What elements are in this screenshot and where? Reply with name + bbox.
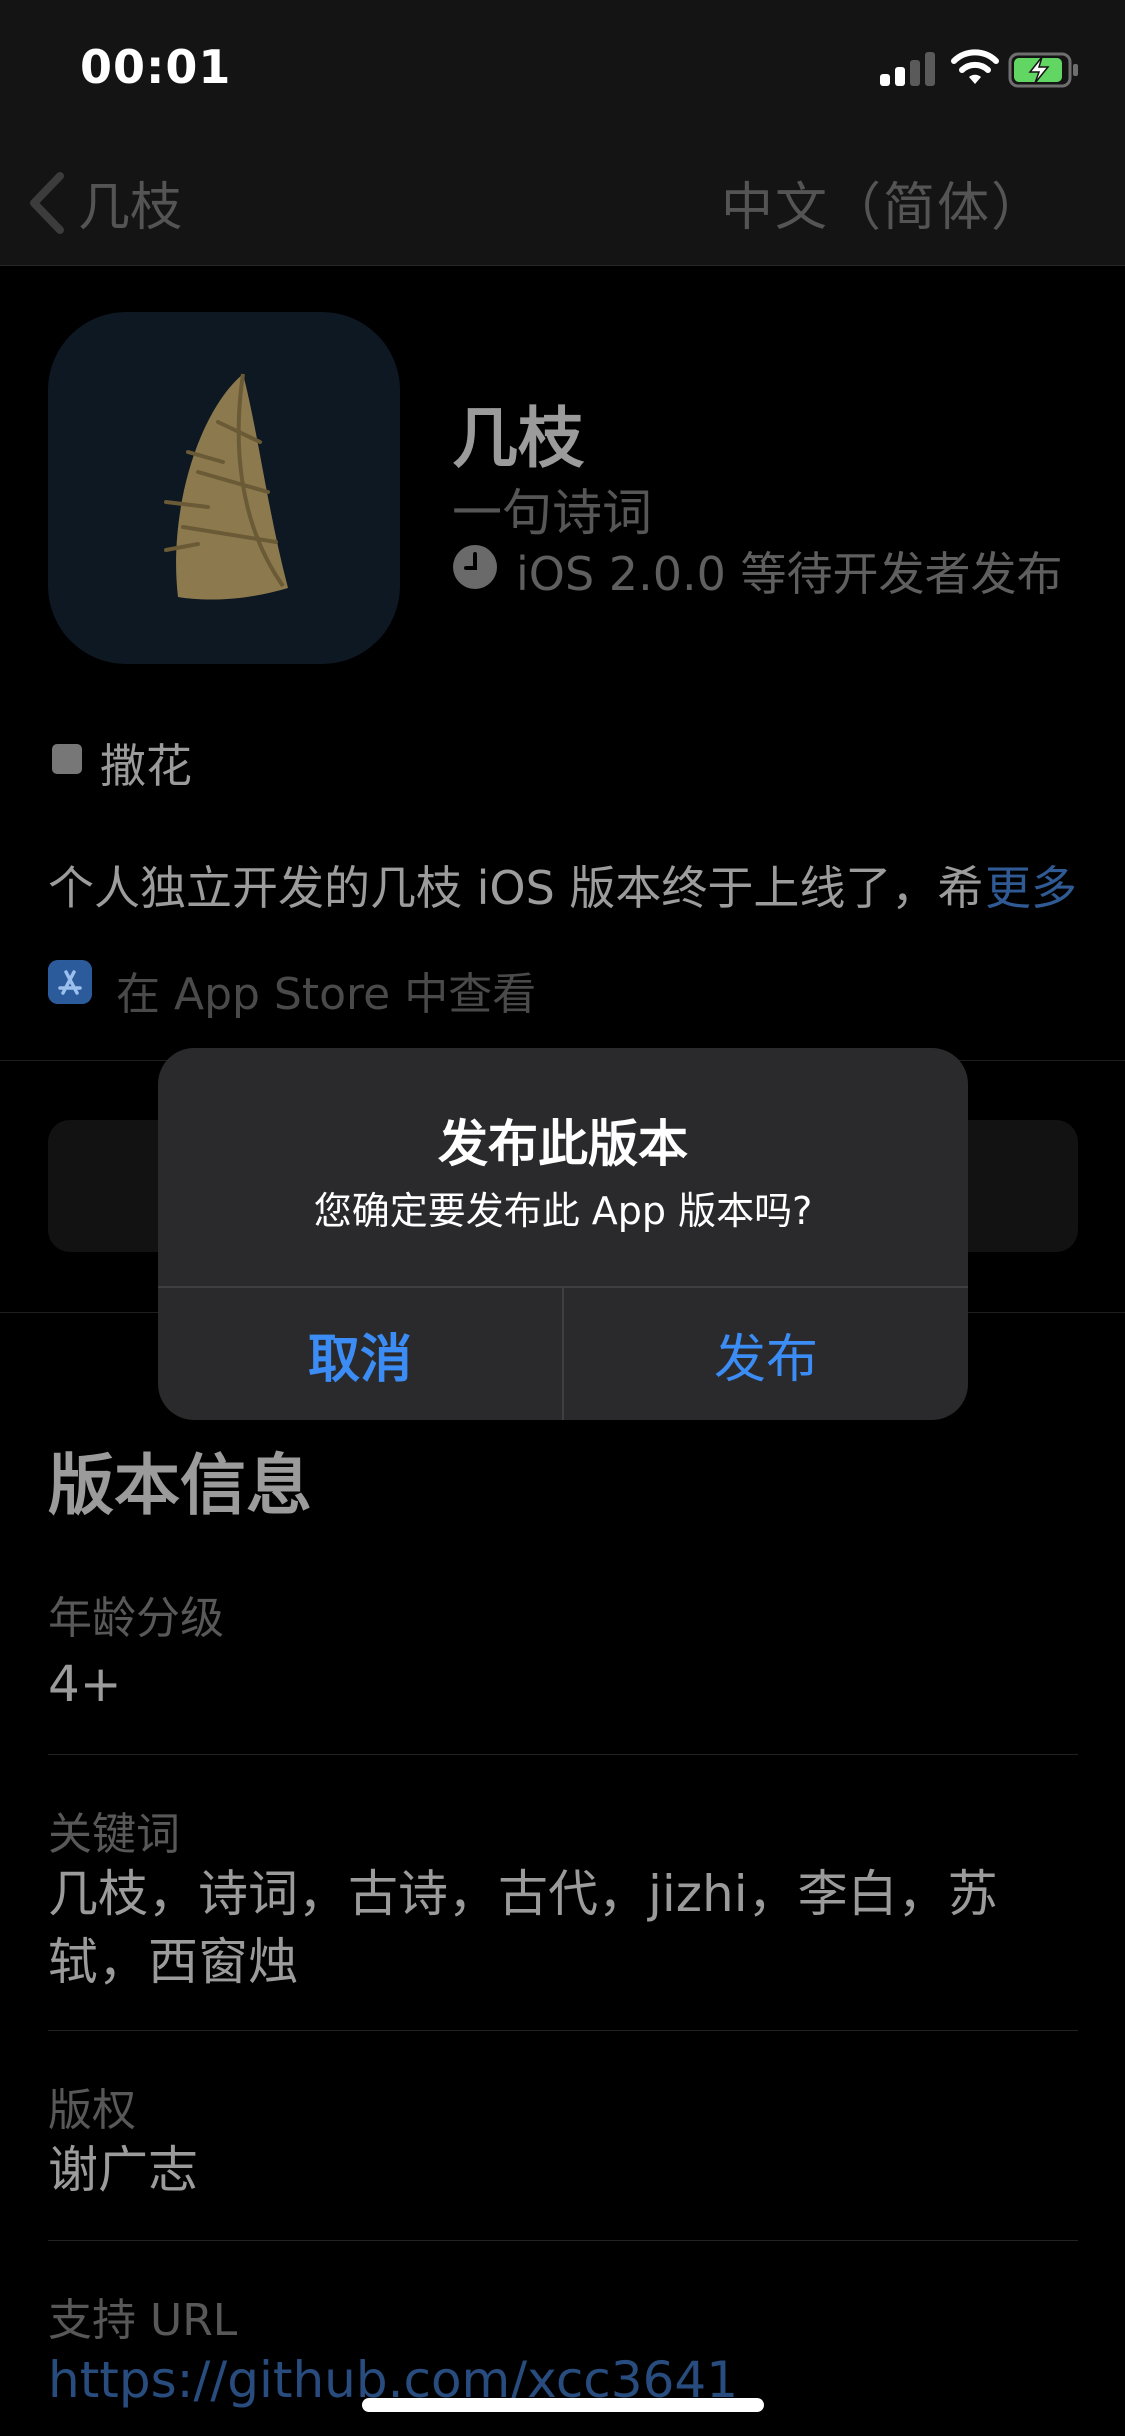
age-rating-label: 年龄分级 — [48, 1593, 224, 1644]
version-status: iOS 2.0.0 等待开发者发布 — [516, 547, 1063, 601]
chevron-left-icon[interactable] — [26, 170, 66, 236]
keywords-value: 几枝，诗词，古诗，古代，jizhi，李白，苏轼，西窗烛 — [48, 1865, 998, 1991]
navigation-bar: 几枝 中文（简体） — [0, 140, 1125, 266]
description-text: 个人独立开发的几枝 iOS 版本终于上线了，希 — [48, 861, 984, 915]
status-time: 00:01 — [80, 40, 232, 94]
app-subtitle: 一句诗词 — [452, 484, 652, 542]
age-rating-value: 4+ — [48, 1655, 122, 1713]
version-info-title: 版本信息 — [48, 1447, 312, 1524]
alert-message: 您确定要发布此 App 版本吗? — [313, 1189, 813, 1233]
battery-charging-icon — [1008, 52, 1078, 88]
wifi-icon — [951, 49, 999, 84]
bamboo-shoot-icon — [164, 373, 288, 600]
support-url-label: 支持 URL — [48, 2295, 238, 2346]
copyright-label: 版权 — [48, 2085, 136, 2136]
row-divider — [48, 1754, 1078, 1755]
copyright-value: 谢广志 — [48, 2141, 198, 2199]
publish-button[interactable]: 发布 — [564, 1288, 968, 1420]
language-selector[interactable]: 中文（简体） — [721, 165, 1045, 240]
view-in-app-store-link[interactable]: 在 App Store 中查看 — [116, 958, 536, 1022]
clock-icon — [453, 545, 497, 589]
status-bar: 00:01 — [0, 0, 1125, 140]
publish-alert-dialog: 发布此版本 您确定要发布此 App 版本吗? 取消 发布 — [158, 1048, 968, 1420]
row-divider — [48, 2030, 1078, 2031]
tag-icon — [52, 744, 82, 774]
home-indicator[interactable] — [362, 2398, 764, 2412]
cellular-signal-icon — [880, 52, 936, 86]
app-icon — [48, 312, 400, 664]
row-divider — [48, 2240, 1078, 2241]
cancel-button[interactable]: 取消 — [158, 1288, 562, 1420]
release-note-tag: 撒花 — [100, 739, 192, 793]
app-name: 几枝 — [452, 400, 584, 477]
app-store-icon — [48, 960, 92, 1004]
alert-title: 发布此版本 — [438, 1115, 688, 1173]
back-button[interactable]: 几枝 — [78, 165, 182, 240]
keywords-label: 关键词 — [48, 1809, 180, 1860]
more-link[interactable]: 更多 — [985, 852, 1077, 918]
